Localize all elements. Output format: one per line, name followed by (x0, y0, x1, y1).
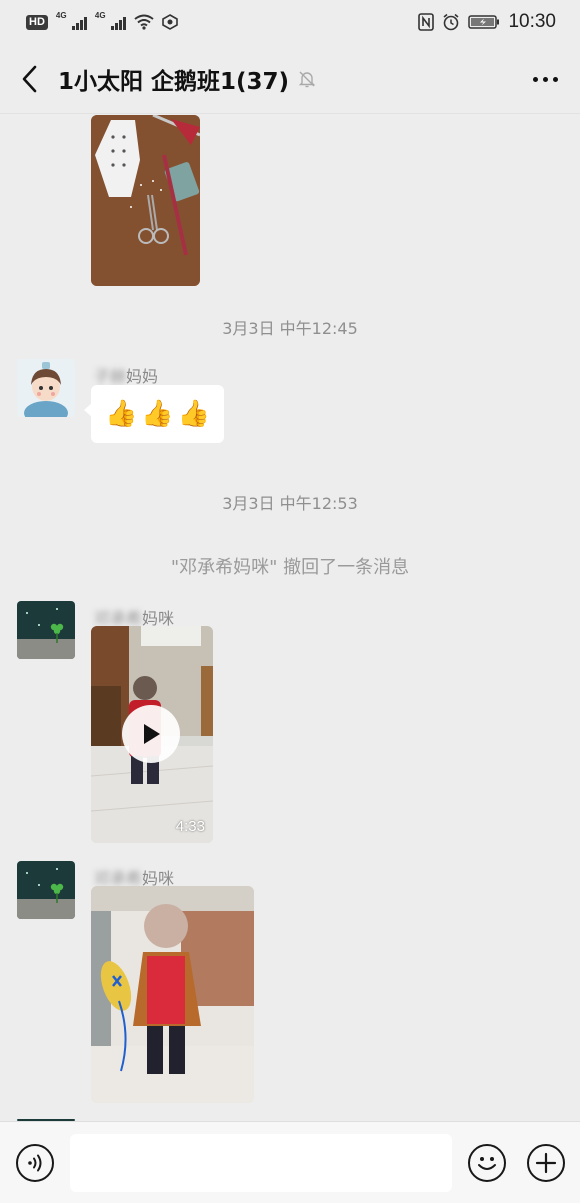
status-left: HD 4G 4G (26, 11, 178, 30)
status-bar: HD 4G 4G 10:30 (0, 0, 580, 44)
hd-icon: HD (26, 14, 48, 30)
message-input[interactable] (70, 1134, 452, 1192)
emoji-icon (478, 1157, 496, 1170)
chevron-left-icon (22, 65, 37, 92)
timestamp: 3月3日 中午12:53 (222, 494, 358, 513)
avatar[interactable] (17, 861, 75, 919)
timestamp: 3月3日 中午12:45 (222, 319, 358, 338)
message-bubble[interactable]: 👍 👍 👍 (83, 385, 225, 443)
video-duration: 4:33 (175, 818, 205, 835)
emoji-button[interactable] (468, 1144, 506, 1182)
more-dots-icon[interactable] (533, 66, 558, 92)
signal-icon: 4G (56, 11, 87, 30)
back-button[interactable] (0, 44, 58, 114)
message-list[interactable]: 3月3日 中午12:45 子赫妈妈 👍 👍 👍 3月3日 中午12:53 "邓承… (0, 115, 580, 1121)
signal-icon: 4G (95, 11, 126, 30)
voice-button[interactable] (16, 1144, 54, 1182)
thumbs-up-icon: 👍 (105, 399, 138, 429)
alarm-icon (443, 13, 459, 31)
shared-photo-craft-tools[interactable] (91, 115, 200, 286)
chat-title: 1小太阳 企鹅班1(37) (58, 68, 290, 95)
battery-charging-icon (468, 15, 500, 29)
thumbs-up-icon: 👍 (177, 399, 211, 429)
plus-icon (535, 1152, 557, 1174)
input-bar (0, 1121, 580, 1203)
thumbs-up-icon: 👍 (141, 399, 174, 429)
data-saver-icon (162, 14, 178, 30)
plus-button[interactable] (527, 1144, 565, 1182)
avatar[interactable] (17, 359, 75, 417)
avatar[interactable] (17, 601, 75, 659)
video-message[interactable]: 4:33 (91, 626, 213, 843)
shared-photo-child[interactable] (91, 886, 254, 1103)
sender-name: 子赫妈妈 (94, 367, 159, 386)
clock-time: 10:30 (508, 11, 556, 32)
voice-icon (28, 1154, 42, 1172)
nfc-icon (418, 13, 435, 31)
bell-muted-icon (297, 69, 317, 89)
recall-notice: "邓承希妈咪" 撤回了一条消息 (170, 557, 410, 578)
play-icon (144, 724, 160, 744)
chat-header: 1小太阳 企鹅班1(37) (0, 44, 580, 114)
wifi-icon (134, 14, 154, 30)
status-right: 10:30 (418, 11, 556, 33)
play-button[interactable] (122, 705, 180, 763)
